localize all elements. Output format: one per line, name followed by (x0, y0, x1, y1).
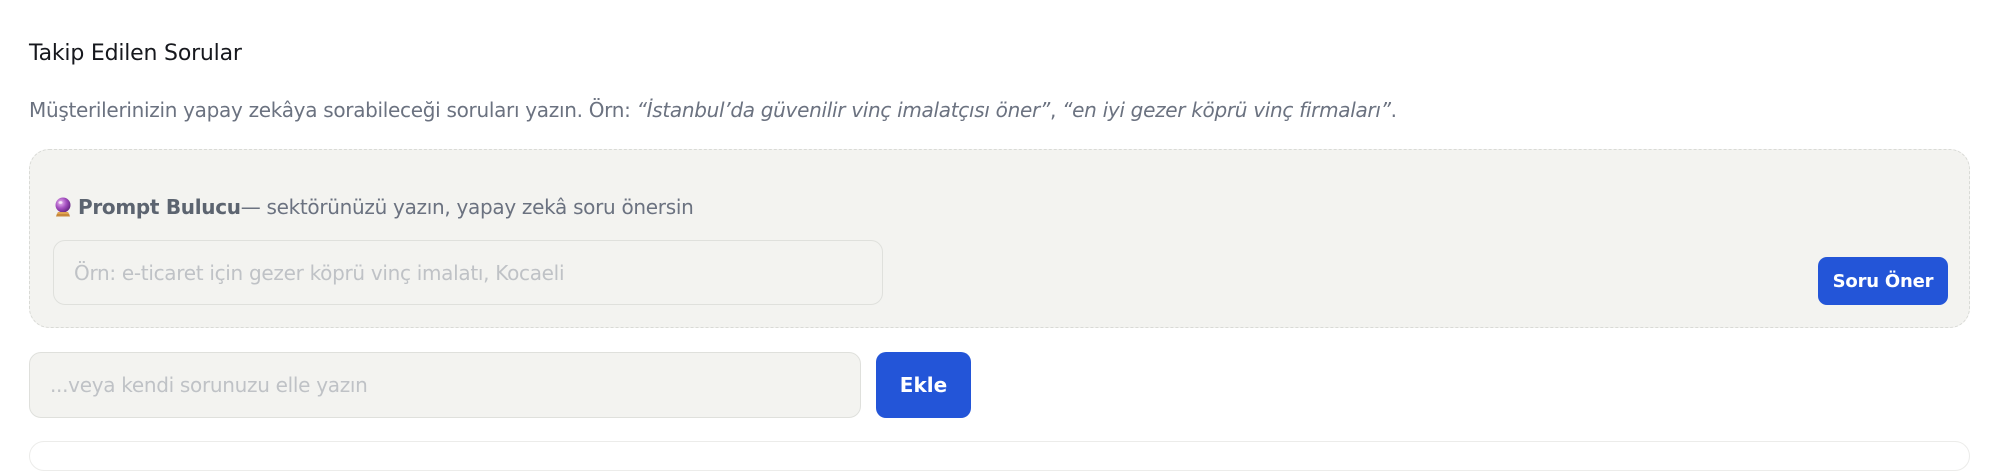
manual-question-input[interactable] (29, 352, 861, 418)
suggest-question-button[interactable]: Soru Öner (1818, 257, 1948, 305)
example-question-1: “İstanbul’da güvenilir vinç imalatçısı ö… (636, 98, 1051, 122)
example-question-2: “en iyi gezer köprü vinç firmaları” (1062, 98, 1391, 122)
section-title: Takip Edilen Sorular (29, 41, 242, 66)
description-end: . (1390, 98, 1397, 122)
description-text: Müşterilerinizin yapay zekâya sorabilece… (29, 98, 637, 122)
sector-input[interactable] (53, 240, 883, 305)
section-description: Müşterilerinizin yapay zekâya sorabilece… (29, 98, 1397, 122)
crystal-ball-icon (54, 197, 72, 217)
prompt-finder-subtitle: — sektörünüzü yazın, yapay zekâ soru öne… (240, 195, 694, 219)
prompt-finder-label: Prompt Bulucu — sektörünüzü yazın, yapay… (54, 195, 694, 219)
prompt-finder-panel: Prompt Bulucu — sektörünüzü yazın, yapay… (29, 149, 1970, 328)
add-question-button[interactable]: Ekle (876, 352, 971, 418)
question-list-card (29, 441, 1970, 471)
example-separator: , (1049, 98, 1063, 122)
prompt-finder-title: Prompt Bulucu (78, 195, 241, 219)
